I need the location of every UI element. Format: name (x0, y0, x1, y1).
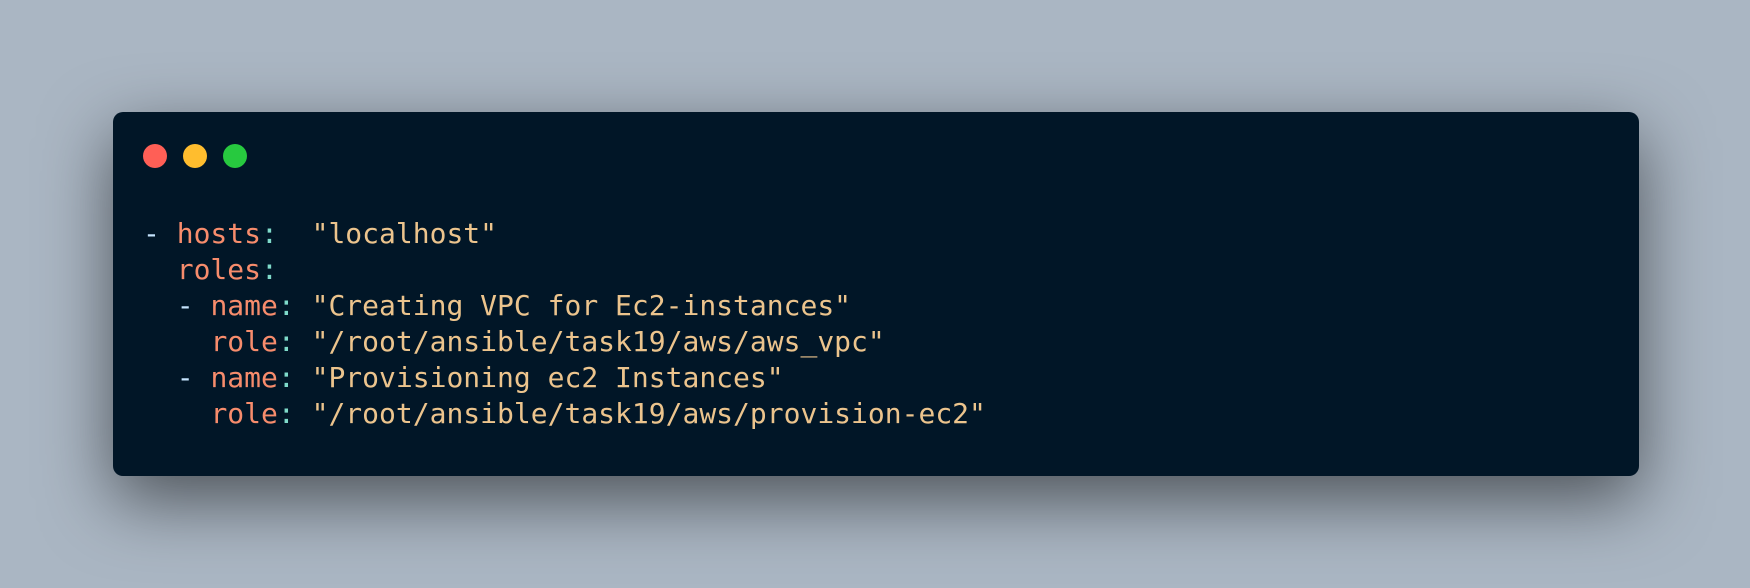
yaml-value: "Provisioning ec2 Instances" (311, 361, 784, 394)
yaml-key: name (210, 361, 278, 394)
yaml-value: "localhost" (311, 217, 498, 250)
code-line-2: roles: (143, 252, 986, 288)
list-dash: - (143, 217, 177, 250)
window-controls (143, 144, 247, 168)
yaml-value: "/root/ansible/task19/aws/provision-ec2" (311, 397, 986, 430)
code-block: - hosts: "localhost" roles: - name: "Cre… (143, 216, 986, 432)
code-line-4: role: "/root/ansible/task19/aws/aws_vpc" (143, 324, 986, 360)
yaml-colon: : (261, 253, 278, 286)
yaml-value: "Creating VPC for Ec2-instances" (311, 289, 852, 322)
yaml-key: roles (176, 253, 262, 286)
code-line-6: role: "/root/ansible/task19/aws/provisio… (143, 396, 986, 432)
code-line-5: - name: "Provisioning ec2 Instances" (143, 360, 986, 396)
list-dash: - (176, 289, 211, 322)
yaml-colon: : (277, 289, 295, 322)
code-window: - hosts: "localhost" roles: - name: "Cre… (113, 112, 1639, 476)
code-line-3: - name: "Creating VPC for Ec2-instances" (143, 288, 986, 324)
yaml-key: role (210, 325, 278, 358)
maximize-dot-icon[interactable] (223, 144, 247, 168)
yaml-colon: : (277, 397, 295, 430)
yaml-key: name (210, 289, 278, 322)
minimize-dot-icon[interactable] (183, 144, 207, 168)
yaml-colon: : (261, 217, 278, 250)
close-dot-icon[interactable] (143, 144, 167, 168)
yaml-value: "/root/ansible/task19/aws/aws_vpc" (311, 325, 885, 358)
list-dash: - (176, 361, 211, 394)
yaml-key: hosts (176, 217, 262, 250)
yaml-colon: : (277, 325, 295, 358)
yaml-key: role (210, 397, 278, 430)
code-line-1: - hosts: "localhost" (143, 216, 986, 252)
yaml-colon: : (277, 361, 295, 394)
